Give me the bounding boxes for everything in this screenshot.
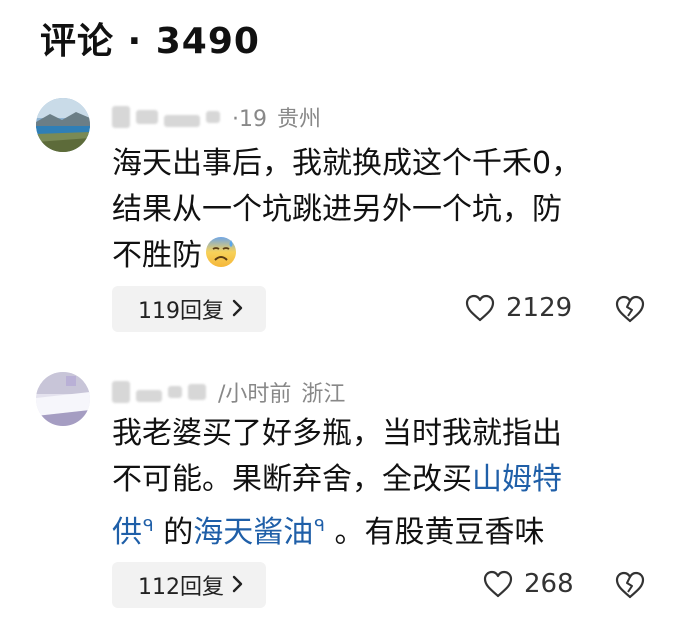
- username-blurred: [136, 390, 162, 402]
- search-icon[interactable]: ᑫ: [143, 516, 154, 536]
- avatar[interactable]: [36, 98, 90, 152]
- comment-meta-text: ·19 贵州: [232, 101, 321, 133]
- username-blurred: [206, 111, 220, 123]
- comment-text-line: 我老婆买了好多瓶，当时我就指出: [112, 416, 562, 451]
- comment-text: 我老婆买了好多瓶，当时我就指出 不可能。果断弃舍，全改买山姆特 供ᑫ 的海天酱油…: [112, 411, 652, 556]
- avatar[interactable]: [36, 372, 90, 426]
- comment-text-line: 供ᑫ 的海天酱油ᑫ 。有股黄豆香味: [112, 503, 652, 556]
- username-blurred: [164, 115, 200, 127]
- comment-text-line: 结果从一个坑跳进另外一个坑，防: [112, 192, 562, 227]
- username-blurred: [136, 110, 158, 124]
- comment-text-line: 不可能。果断弃舍，全改买山姆特: [112, 457, 652, 503]
- broken-heart-icon: [615, 295, 645, 323]
- comment-text: 海天出事后，我就换成这个千禾0， 结果从一个坑跳进另外一个坑，防 不胜防: [112, 141, 652, 279]
- like-count: 268: [524, 569, 574, 599]
- chevron-right-icon: [232, 295, 244, 323]
- heart-outline-icon: [465, 294, 495, 322]
- heart-outline-icon: [483, 570, 513, 598]
- reply-count-label: 119回复: [138, 299, 224, 324]
- anxious-sweat-face-icon: [204, 235, 238, 269]
- comment-time: ·19: [232, 107, 267, 132]
- link-sams-special[interactable]: 山姆特: [472, 462, 562, 497]
- reply-button[interactable]: 112回复: [112, 562, 266, 608]
- comment-meta: ·19 贵州: [112, 101, 321, 133]
- username-blurred: [188, 384, 206, 400]
- link-haitian-soy-sauce[interactable]: 海天酱油: [193, 515, 313, 550]
- dislike-button[interactable]: [614, 570, 646, 604]
- like-button[interactable]: 268: [482, 569, 574, 599]
- username-blurred[interactable]: [112, 381, 130, 403]
- comment-meta: /小时前 浙江: [112, 376, 345, 408]
- broken-heart-icon: [615, 571, 645, 599]
- chevron-right-icon: [232, 571, 244, 599]
- dislike-button[interactable]: [614, 294, 646, 328]
- comment-time: /小时前: [218, 382, 292, 407]
- comment-text-fragment: 不可能。果断弃舍，全改买: [112, 462, 472, 497]
- username-blurred: [168, 386, 182, 398]
- like-count: 2129: [506, 293, 573, 323]
- link-sams-special-cont[interactable]: 供: [112, 515, 142, 550]
- search-icon[interactable]: ᑫ: [314, 516, 325, 536]
- username-blurred[interactable]: [112, 106, 130, 128]
- comment-meta-text: /小时前 浙江: [218, 376, 345, 408]
- comment-text-fragment: 不胜防: [112, 238, 202, 273]
- comment-text-fragment: 的: [153, 515, 194, 550]
- comment-region: 浙江: [301, 382, 346, 407]
- page-title: 评论 · 3490: [40, 21, 260, 62]
- comment-text-line: 海天出事后，我就换成这个千禾0，: [112, 146, 582, 181]
- reply-count-label: 112回复: [138, 575, 224, 600]
- reply-button[interactable]: 119回复: [112, 286, 266, 332]
- comment-region: 贵州: [277, 107, 322, 132]
- comment-text-fragment: 。有股黄豆香味: [324, 515, 545, 550]
- like-button[interactable]: 2129: [464, 293, 572, 323]
- comment-text-line: 不胜防: [112, 233, 652, 279]
